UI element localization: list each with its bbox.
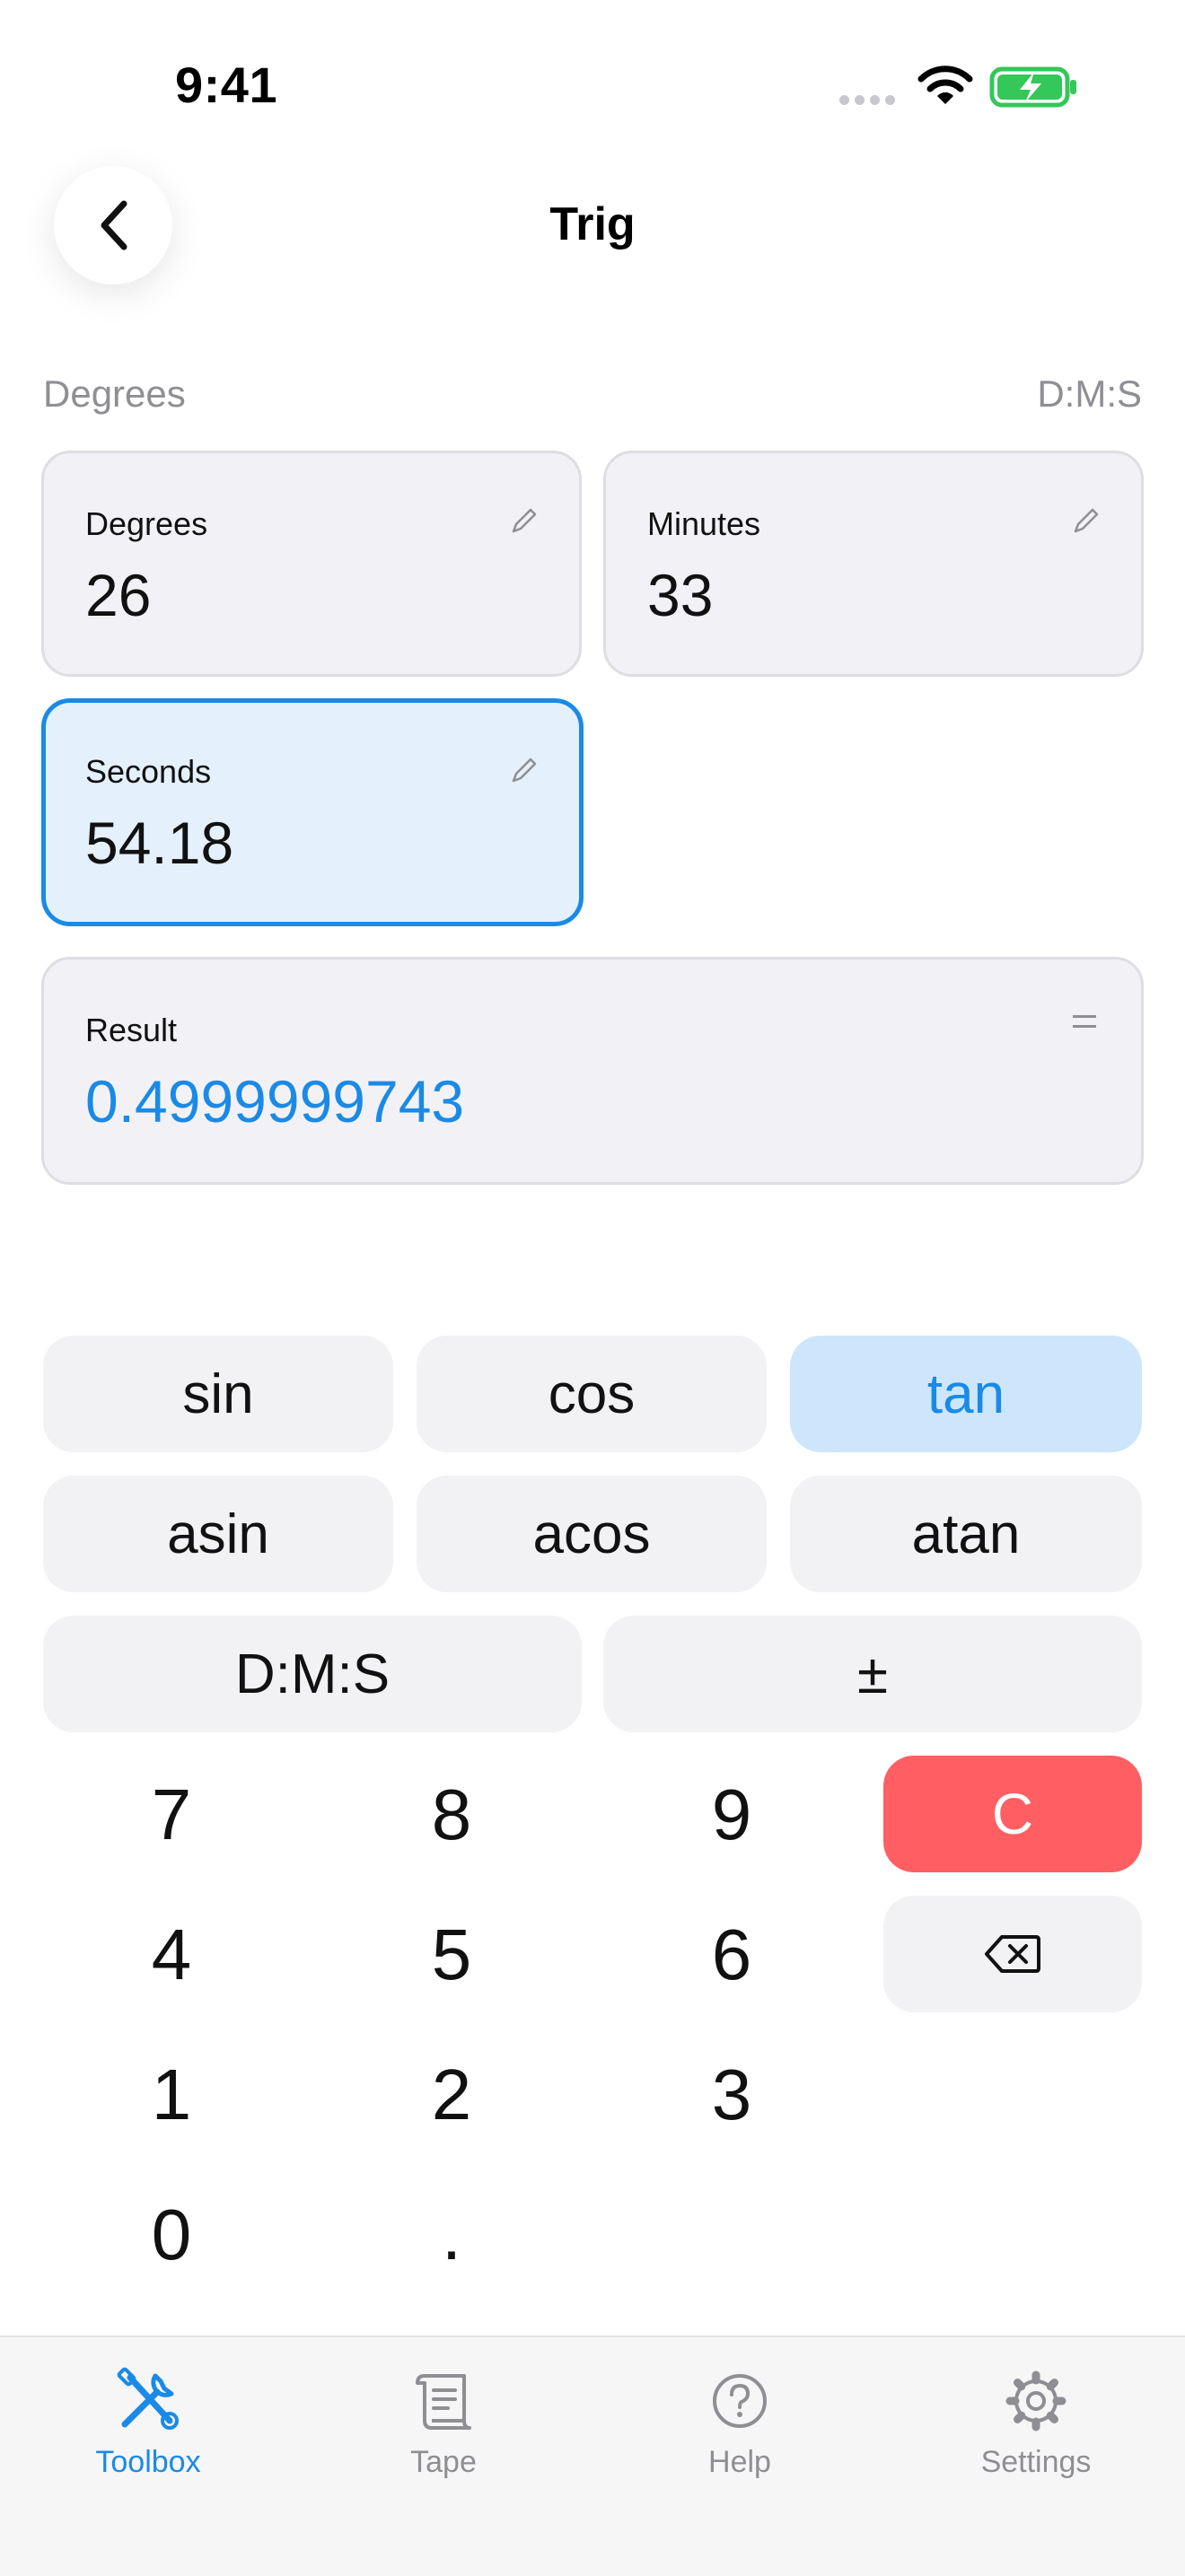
acos-button[interactable]: acos: [417, 1476, 767, 1592]
degrees-field-value: 26: [85, 562, 152, 628]
tab-tape[interactable]: Tape: [336, 2364, 551, 2480]
pencil-icon: [512, 508, 537, 533]
clear-button[interactable]: C: [883, 1756, 1142, 1872]
seconds-field-value: 54.18: [85, 810, 234, 876]
tab-toolbox[interactable]: Toolbox: [40, 2364, 256, 2480]
tab-settings-label: Settings: [980, 2445, 1092, 2479]
key-2[interactable]: 2: [339, 2037, 564, 2152]
tab-bar: Toolbox Tape Help Settings: [0, 2335, 1185, 2576]
key-7[interactable]: 7: [59, 1757, 284, 1872]
tan-button[interactable]: tan: [790, 1336, 1142, 1452]
dms-button[interactable]: D:M:S: [43, 1616, 582, 1732]
wifi-icon: [917, 66, 973, 104]
key-decimal[interactable]: .: [339, 2177, 564, 2292]
gear-icon: [1005, 2370, 1066, 2431]
result-value: 0.4999999743: [85, 1068, 465, 1135]
degrees-field-label: Degrees: [85, 505, 208, 542]
scroll-icon: [416, 2374, 471, 2430]
key-0[interactable]: 0: [59, 2177, 284, 2292]
result-label: Result: [85, 1012, 178, 1048]
cellular-signal-icon: [839, 93, 900, 110]
backspace-button[interactable]: [883, 1896, 1142, 2012]
tab-tape-label: Tape: [410, 2445, 477, 2479]
cos-button[interactable]: cos: [417, 1336, 767, 1452]
key-1[interactable]: 1: [59, 2037, 284, 2152]
tab-settings[interactable]: Settings: [928, 2364, 1144, 2480]
tab-help-label: Help: [708, 2445, 771, 2479]
tools-icon: [117, 2367, 179, 2430]
status-time: 9:41: [175, 57, 278, 113]
degrees-input-card[interactable]: Degrees 26: [41, 451, 582, 677]
plus-minus-button[interactable]: ±: [603, 1616, 1142, 1732]
minutes-field-value: 33: [647, 562, 714, 628]
sin-button[interactable]: sin: [43, 1336, 393, 1452]
tab-help[interactable]: Help: [632, 2364, 847, 2480]
minutes-field-label: Minutes: [647, 505, 761, 542]
key-8[interactable]: 8: [339, 1757, 564, 1872]
tab-toolbox-label: Toolbox: [95, 2445, 201, 2479]
key-6[interactable]: 6: [619, 1897, 844, 2012]
help-icon: [713, 2374, 767, 2428]
mode-label: Degrees: [43, 372, 186, 415]
seconds-field-label: Seconds: [85, 753, 212, 790]
backspace-icon: [985, 1935, 1040, 1973]
key-3[interactable]: 3: [619, 2037, 844, 2152]
pencil-icon: [512, 758, 537, 783]
result-card: Result 0.4999999743: [41, 957, 1144, 1185]
seconds-input-card[interactable]: Seconds 54.18: [41, 698, 584, 926]
page-title: Trig: [549, 198, 636, 250]
equals-icon: [1073, 1015, 1096, 1035]
minutes-input-card[interactable]: Minutes 33: [603, 451, 1144, 677]
key-9[interactable]: 9: [619, 1757, 844, 1872]
atan-button[interactable]: atan: [790, 1476, 1142, 1592]
key-4[interactable]: 4: [59, 1897, 284, 2012]
pencil-icon: [1074, 508, 1099, 533]
format-label: D:M:S: [1037, 372, 1142, 415]
battery-charging-icon: [989, 66, 1076, 108]
asin-button[interactable]: asin: [43, 1476, 393, 1592]
key-5[interactable]: 5: [339, 1897, 564, 2012]
